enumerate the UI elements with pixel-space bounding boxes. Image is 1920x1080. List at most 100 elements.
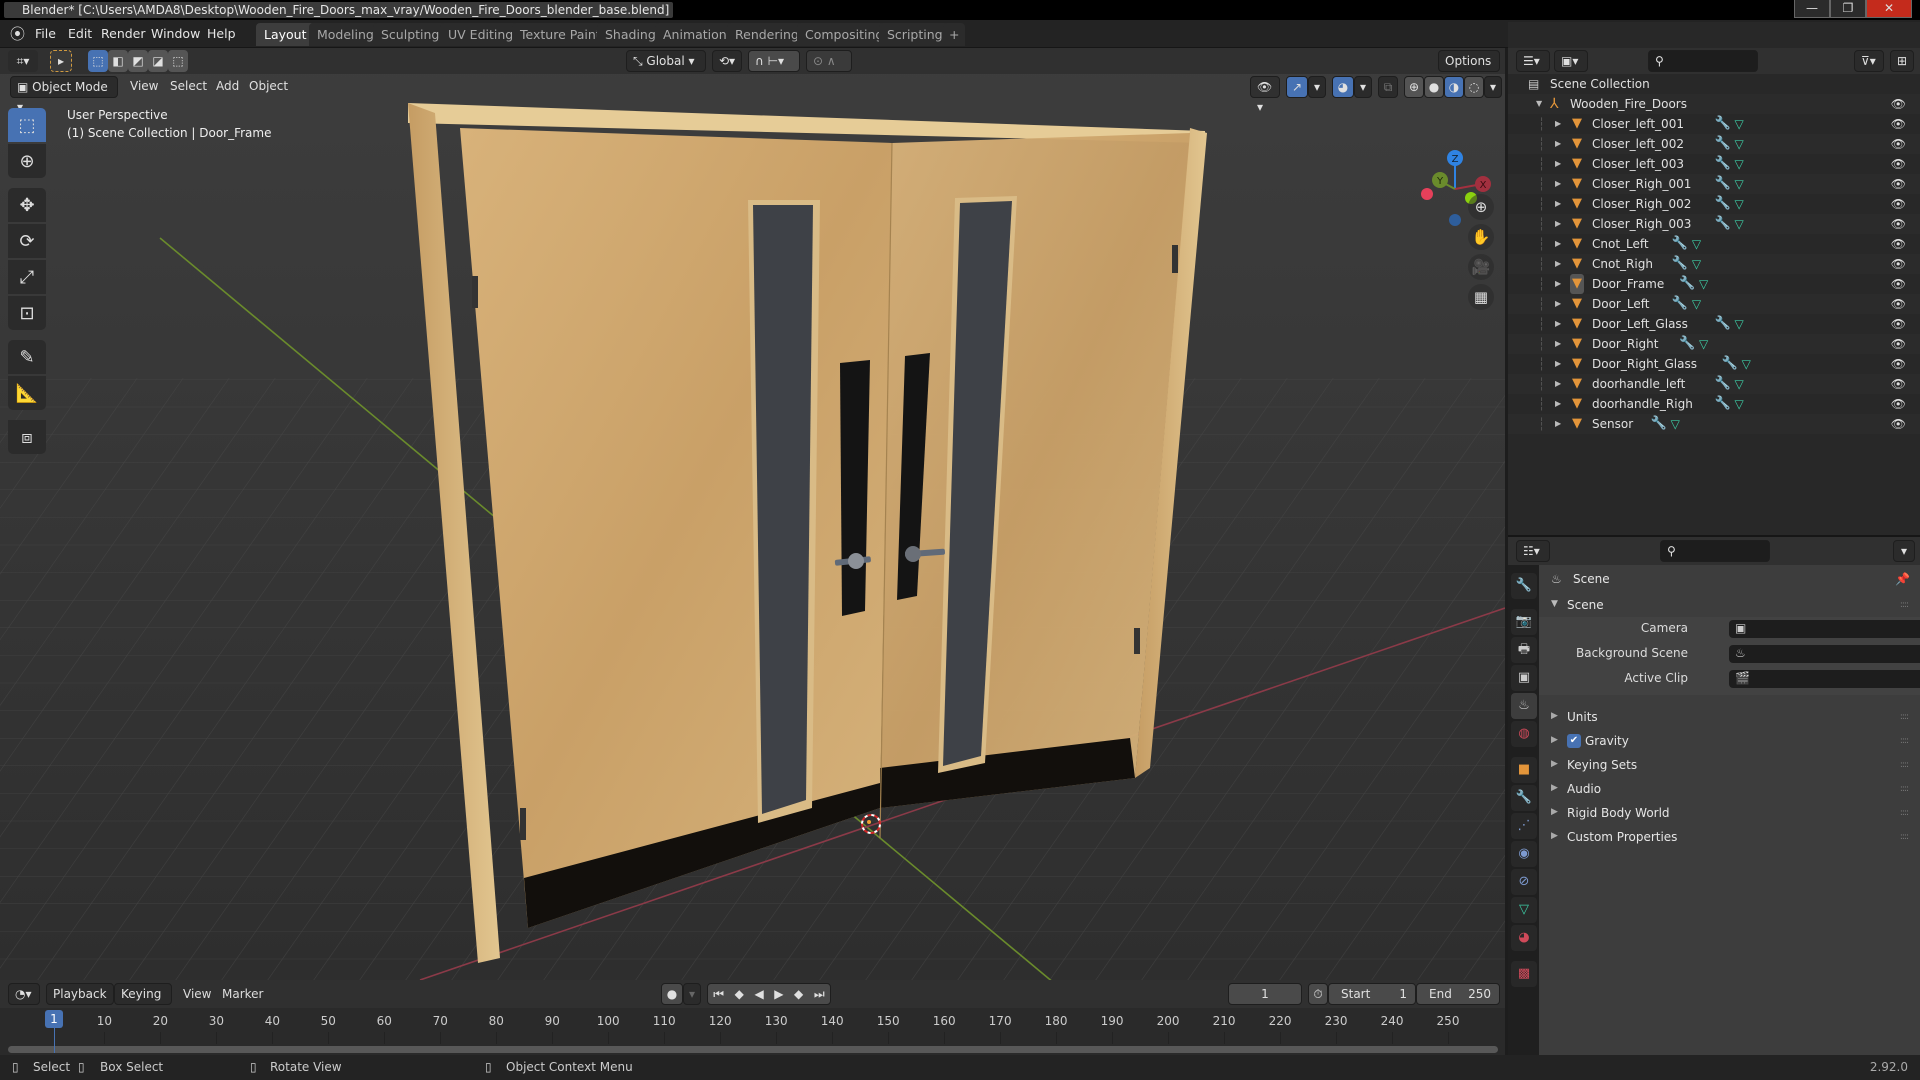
tab-modifiers[interactable]: 🔧 (1511, 785, 1537, 811)
visibility-dropdown[interactable]: 👁▾ (1250, 76, 1280, 114)
outliner-item[interactable]: ┆ ▶ ▼ Closer_left_002 🔧 ▽ 👁 (1508, 134, 1920, 154)
measure-tool[interactable]: 📐 (8, 376, 46, 410)
playback-dropdown[interactable]: Playback ▾ (46, 983, 114, 1021)
object-name[interactable]: Closer_left_003 (1592, 154, 1684, 174)
tab-uv-editing[interactable]: UV Editing (440, 23, 522, 46)
object-name[interactable]: Cnot_Left (1592, 234, 1649, 254)
object-name[interactable]: Door_Left (1592, 294, 1649, 314)
playhead[interactable]: 1 (45, 1010, 63, 1028)
mesh-data-icon[interactable]: ▽ (1692, 234, 1701, 254)
properties-editor-type[interactable]: ☷▾ (1516, 540, 1550, 562)
expand-icon[interactable]: ▶ (1555, 194, 1561, 214)
pan-view-button[interactable]: ✋ (1468, 224, 1494, 250)
tab-particles[interactable]: ⋰ (1511, 813, 1537, 839)
object-name[interactable]: Sensor (1592, 414, 1633, 434)
tab-texture[interactable]: ▩ (1511, 961, 1537, 987)
mesh-data-icon[interactable]: ▽ (1735, 314, 1744, 334)
outliner-item[interactable]: ┆ ▶ ▼ Closer_left_001 🔧 ▽ 👁 (1508, 114, 1920, 134)
eye-icon[interactable]: 👁 (1891, 234, 1906, 254)
camera-field[interactable]: ▣ ✒ (1729, 620, 1920, 638)
object-name[interactable]: Closer_left_001 (1592, 114, 1684, 134)
eye-icon[interactable]: 👁 (1891, 354, 1906, 374)
jump-start-icon[interactable]: ⏮ (713, 984, 724, 1004)
eye-icon[interactable]: 👁 (1891, 274, 1906, 294)
outliner-item[interactable]: ┆ ▶ ▼ Door_Left 🔧 ▽ 👁 (1508, 294, 1920, 314)
next-keyframe-icon[interactable]: ◆ (794, 984, 803, 1004)
mesh-data-icon[interactable]: ▽ (1735, 214, 1744, 234)
eye-icon[interactable]: 👁 (1891, 214, 1906, 234)
outliner-item[interactable]: ┆ ▶ ▼ Closer_Righ_002 🔧 ▽ 👁 (1508, 194, 1920, 214)
expand-icon[interactable]: ▶ (1555, 334, 1561, 354)
outliner-item[interactable]: ┆ ▶ ▼ Cnot_Left 🔧 ▽ 👁 (1508, 234, 1920, 254)
modifier-wrench-icon[interactable]: 🔧 (1715, 214, 1731, 234)
subpanel-rigid-body-world[interactable]: ▶ Rigid Body World:::: (1539, 803, 1920, 825)
eye-icon[interactable]: 👁 (1891, 94, 1906, 114)
modifier-wrench-icon[interactable]: 🔧 (1679, 334, 1695, 354)
current-frame-field[interactable]: 1 (1228, 983, 1302, 1005)
mesh-data-icon[interactable]: ▽ (1699, 274, 1708, 294)
overlays-toggle[interactable]: ◕ (1332, 76, 1354, 98)
drag-handle-icon[interactable]: :::: (1900, 736, 1909, 746)
object-name[interactable]: doorhandle_left (1592, 374, 1685, 394)
gizmo-toggle[interactable]: ↗ (1286, 76, 1308, 98)
zoom-view-button[interactable]: ⊕ (1468, 194, 1494, 220)
editor-type-button[interactable]: ⌗▾ (8, 50, 38, 72)
modifier-wrench-icon[interactable]: 🔧 (1722, 354, 1738, 374)
eye-icon[interactable]: 👁 (1891, 194, 1906, 214)
eye-icon[interactable]: 👁 (1891, 294, 1906, 314)
end-frame-field[interactable]: End 250 (1416, 983, 1500, 1005)
shading-material-preview[interactable]: ◑ (1444, 76, 1464, 98)
expand-icon[interactable]: ▶ (1555, 414, 1561, 434)
menu-edit[interactable]: Edit (68, 26, 92, 41)
expand-icon[interactable]: ▶ (1555, 294, 1561, 314)
modifier-wrench-icon[interactable]: 🔧 (1679, 274, 1695, 294)
eye-icon[interactable]: 👁 (1891, 134, 1906, 154)
maximize-button[interactable]: ❐ (1830, 0, 1866, 18)
keying-dropdown[interactable]: Keying ▾ (114, 983, 172, 1021)
object-name[interactable]: Closer_Righ_002 (1592, 194, 1691, 214)
select-mode-intersect-button[interactable]: ⬚ (168, 50, 188, 72)
eye-icon[interactable]: 👁 (1891, 414, 1906, 434)
expand-icon[interactable]: ▶ (1555, 234, 1561, 254)
timeline-area[interactable]: 10 20 30 40 50 60 70 80 90 100 110 120 130 140 150 160 1… (0, 1008, 1505, 1055)
add-cube-tool[interactable]: ⧈ (8, 420, 46, 454)
expand-icon[interactable]: ▶ (1555, 214, 1561, 234)
modifier-wrench-icon[interactable]: 🔧 (1715, 134, 1731, 154)
mesh-data-icon[interactable]: ▽ (1735, 174, 1744, 194)
menu-add[interactable]: Add (210, 76, 245, 98)
outliner-item[interactable]: ┆ ▶ ▼ Closer_Righ_003 🔧 ▽ 👁 (1508, 214, 1920, 234)
modifier-wrench-icon[interactable]: 🔧 (1715, 374, 1731, 394)
select-mode-invert-button[interactable]: ◪ (148, 50, 168, 72)
menu-help[interactable]: Help (207, 26, 236, 41)
filter-dropdown[interactable]: ⊽▾ (1854, 50, 1884, 72)
modifier-wrench-icon[interactable]: 🔧 (1672, 294, 1688, 314)
eye-icon[interactable]: 👁 (1891, 334, 1906, 354)
subpanel-gravity[interactable]: ▶ ✔ Gravity:::: (1539, 731, 1920, 753)
eye-icon[interactable]: 👁 (1891, 314, 1906, 334)
timeline-editor-type[interactable]: ◔▾ (8, 983, 40, 1005)
eye-icon[interactable]: 👁 (1891, 254, 1906, 274)
play-reverse-icon[interactable]: ◀ (754, 984, 763, 1004)
shading-dropdown[interactable]: ▾ (1484, 76, 1502, 98)
expand-icon[interactable]: ▶ (1555, 354, 1561, 374)
select-mode-subtract-button[interactable]: ◩ (128, 50, 148, 72)
subpanel-audio[interactable]: ▶ Audio:::: (1539, 779, 1920, 801)
minimize-button[interactable]: — (1794, 0, 1830, 18)
scene-panel-header[interactable]: ▼ Scene :::: (1539, 595, 1920, 617)
tab-rendering[interactable]: Rendering (727, 23, 807, 46)
modifier-wrench-icon[interactable]: 🔧 (1715, 114, 1731, 134)
select-mode-new-button[interactable]: ⬚ (88, 50, 108, 72)
object-name[interactable]: Closer_left_002 (1592, 134, 1684, 154)
tab-tool[interactable]: 🔧 (1511, 573, 1537, 599)
eye-icon[interactable]: 👁 (1891, 394, 1906, 414)
rotate-tool[interactable]: ⟳ (8, 224, 46, 258)
tab-scene[interactable]: ♨ (1511, 693, 1537, 719)
blender-menu-icon[interactable]: ⦿ (10, 23, 25, 44)
mesh-data-icon[interactable]: ▽ (1699, 334, 1708, 354)
properties-search[interactable]: ⚲ (1660, 540, 1770, 562)
viewport-scene[interactable]: Z X Y (0, 48, 1505, 980)
outliner-item[interactable]: ┆ ▶ ▼ Door_Right_Glass 🔧 ▽ 👁 (1508, 354, 1920, 374)
object-name[interactable]: Door_Right_Glass (1592, 354, 1697, 374)
use-preview-range-toggle[interactable]: ⏱ (1308, 983, 1328, 1005)
shading-wireframe[interactable]: ⊕ (1404, 76, 1424, 98)
